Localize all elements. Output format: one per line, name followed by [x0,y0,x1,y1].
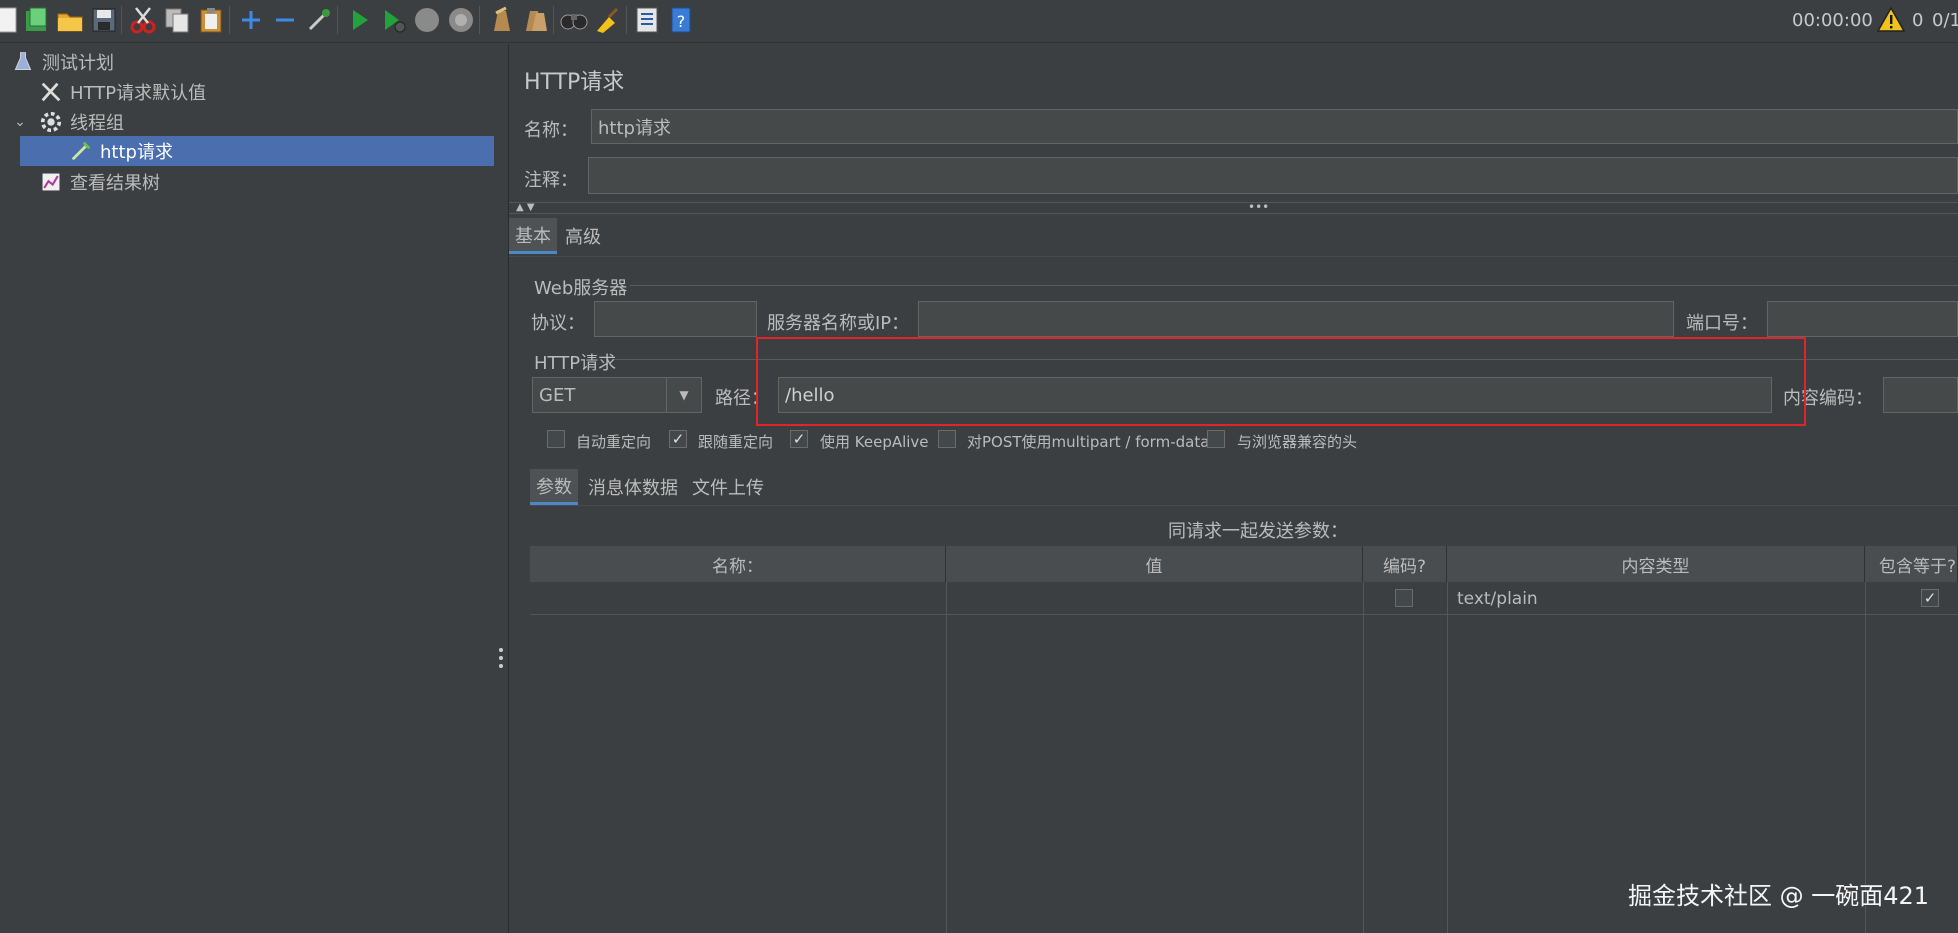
split-arrows-icon[interactable]: ▲ ▼ [516,202,535,213]
comment-splitter[interactable] [509,202,1958,214]
warning-icon[interactable] [1874,3,1908,37]
browser-headers-label: 与浏览器兼容的头 [1237,433,1358,451]
paste-icon[interactable] [194,3,228,37]
chevron-down-icon[interactable]: ⌄ [12,108,28,136]
collapse-all-icon[interactable] [268,3,302,37]
name-field[interactable]: http请求 [591,109,1958,144]
multipart-label: 对POST使用multipart / form-data [967,433,1210,451]
tree-item-http-request[interactable]: http请求 [20,136,494,166]
content-type-cell[interactable]: text/plain [1457,589,1538,609]
splitter-grip[interactable] [498,648,504,668]
shutdown-icon[interactable] [444,3,478,37]
toolbar: ? 00:00:00 0 0/1 [0,0,1958,43]
elapsed-time: 00:00:00 [1792,10,1873,31]
clear-icon[interactable] [484,3,518,37]
encoding-field[interactable] [1883,377,1958,413]
templates-icon[interactable] [20,3,54,37]
web-server-title: Web服务器 [534,278,628,299]
subtab-divider [530,505,1958,506]
protocol-field[interactable] [594,301,757,337]
open-icon[interactable] [53,3,87,37]
reset-search-icon[interactable] [591,3,625,37]
tab-basic[interactable]: 基本 [509,218,557,254]
page-title: HTTP请求 [524,70,625,95]
column-header-name[interactable]: 名称： [530,546,946,582]
comment-label: 注释： [524,170,578,191]
tab-parameters[interactable]: 参数 [530,469,578,505]
tab-divider [509,256,1958,257]
tree-item-test-plan[interactable]: 测试计划 [10,48,114,76]
name-label: 名称： [524,120,578,141]
column-header-content-type[interactable]: 内容类型 [1447,546,1865,582]
method-select[interactable]: GET ▼ [532,377,702,413]
http-request-title: HTTP请求 [534,353,617,374]
wrench-icon [38,79,64,105]
port-field[interactable] [1767,301,1958,337]
svg-text:?: ? [677,12,686,31]
port-label: 端口号： [1686,313,1758,334]
column-header-include-equals[interactable]: 包含等于? [1865,546,1958,582]
expand-all-icon[interactable] [234,3,268,37]
clear-all-icon[interactable] [518,3,552,37]
server-label: 服务器名称或IP： [767,313,910,334]
server-field[interactable] [918,301,1674,337]
comment-field[interactable] [588,157,1958,194]
follow-redirect-label: 跟随重定向 [698,433,774,451]
help-icon[interactable]: ? [664,3,698,37]
tree-item-thread-group[interactable]: 线程组 [38,108,124,136]
column-header-value[interactable]: 值 [946,546,1363,582]
encode-checkbox[interactable] [1395,589,1413,607]
keepalive-label: 使用 KeepAlive [820,433,929,451]
active-threads: 0/1 [1932,10,1958,31]
chart-icon [38,169,64,195]
tab-body-data[interactable]: 消息体数据 [582,469,684,505]
test-plan-tree: 测试计划 HTTP请求默认值 ⌄ 线程组 http请求 查看结果树 [0,44,495,933]
multipart-checkbox[interactable] [938,430,956,448]
warning-count: 0 [1912,10,1924,31]
toggle-icon[interactable] [302,3,336,37]
parameters-table: 名称： 值 编码? 内容类型 包含等于? text/plain ✓ [530,546,1958,933]
start-no-pause-icon[interactable] [376,3,410,37]
highlight-box [756,337,1806,426]
tree-item-result-tree[interactable]: 查看结果树 [38,168,160,196]
follow-redirect-checkbox[interactable]: ✓ [669,430,687,448]
tree-item-http-defaults[interactable]: HTTP请求默认值 [38,78,206,106]
params-caption: 同请求一起发送参数： [1168,521,1348,542]
column-header-encode[interactable]: 编码? [1363,546,1447,582]
keepalive-checkbox[interactable]: ✓ [790,430,808,448]
tab-file-upload[interactable]: 文件上传 [686,469,770,505]
pipette-icon [68,138,94,164]
tab-advanced[interactable]: 高级 [559,218,607,254]
table-row[interactable]: text/plain ✓ [530,584,1958,614]
auto-redirect-label: 自动重定向 [576,433,652,451]
auto-redirect-checkbox[interactable] [547,430,565,448]
watermark: 掘金技术社区 @ 一碗面421 [1628,882,1930,910]
start-icon[interactable] [342,3,376,37]
chevron-down-icon[interactable]: ▼ [666,378,701,412]
stop-icon[interactable] [410,3,444,37]
cut-icon[interactable] [126,3,160,37]
web-server-line [630,285,1958,286]
protocol-label: 协议： [531,313,585,334]
panel-splitter[interactable] [494,44,509,933]
include-equals-checkbox[interactable]: ✓ [1921,589,1939,607]
more-icon[interactable]: ••• [1248,200,1269,214]
save-icon[interactable] [87,3,121,37]
gear-icon [38,109,64,135]
copy-icon[interactable] [160,3,194,37]
test-plan-icon [10,49,36,75]
search-icon[interactable] [557,3,591,37]
function-helper-icon[interactable] [630,3,664,37]
browser-headers-checkbox[interactable] [1207,430,1225,448]
